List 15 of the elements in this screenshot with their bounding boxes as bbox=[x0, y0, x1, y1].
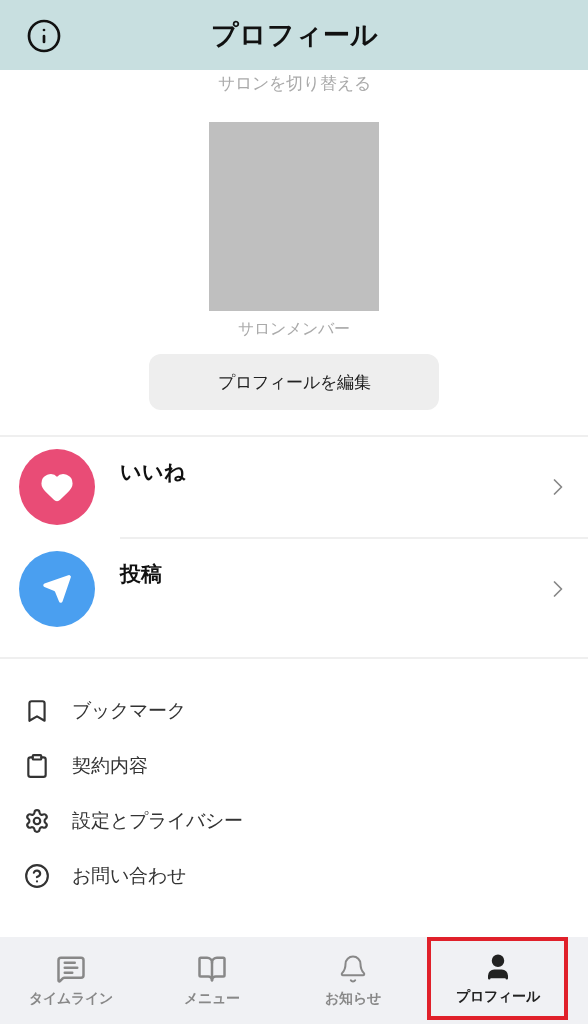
member-label: サロンメンバー bbox=[238, 319, 350, 340]
edit-profile-button[interactable]: プロフィールを編集 bbox=[149, 354, 439, 410]
clipboard-icon bbox=[24, 752, 50, 779]
menu-item[interactable]: 設定とプライバシー bbox=[72, 807, 243, 834]
page-title: プロフィール bbox=[210, 18, 378, 52]
menu-item[interactable]: ブックマーク bbox=[72, 697, 186, 724]
activity-label[interactable]: 投稿 bbox=[120, 560, 544, 588]
settings-icon bbox=[24, 807, 50, 834]
menu-item[interactable]: 契約内容 bbox=[72, 752, 148, 779]
menu-item[interactable]: お問い合わせ bbox=[72, 862, 186, 889]
info-icon[interactable] bbox=[26, 18, 62, 54]
tab[interactable]: プロフィール bbox=[427, 937, 568, 1020]
help-icon bbox=[24, 862, 50, 889]
activity-label[interactable]: いいね bbox=[120, 458, 544, 486]
paper-plane-icon bbox=[42, 574, 72, 604]
